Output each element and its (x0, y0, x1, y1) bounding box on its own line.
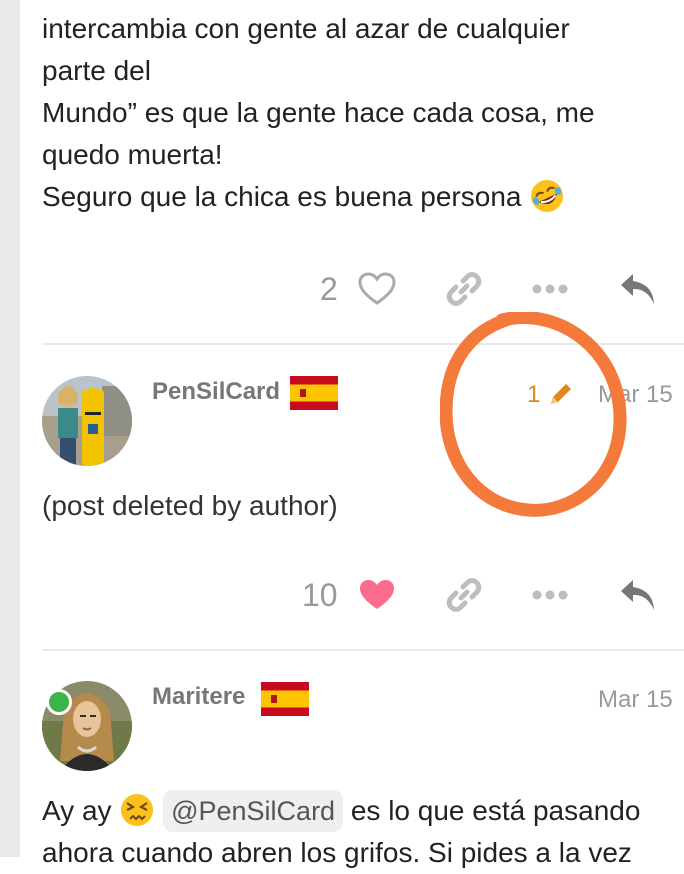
more-options-icon[interactable] (532, 589, 568, 601)
username[interactable]: PenSilCard (152, 378, 280, 406)
post-1-line: intercambia con gente al azar de cualqui… (42, 13, 570, 44)
username[interactable]: Maritere (152, 683, 245, 711)
reply-icon[interactable] (619, 272, 657, 306)
avatar-photo-pensilcard (42, 376, 132, 466)
persevering-face-emoji-icon (121, 794, 154, 826)
edit-count[interactable]: 1 (527, 381, 540, 409)
post-1-line: Mundo” es que la gente hace cada cosa, m… (42, 97, 595, 128)
post-3-text-before: Ay ay (42, 795, 112, 826)
post-1-line: Seguro que la chica es buena persona (42, 181, 522, 212)
left-gutter (0, 0, 20, 857)
reply-icon[interactable] (619, 578, 657, 612)
rolling-laughing-emoji-icon (531, 180, 564, 212)
deleted-post-notice: (post deleted by author) (42, 490, 338, 521)
heart-filled-icon[interactable] (358, 578, 396, 612)
post-1-last-line: Seguro que la chica es buena persona (42, 176, 642, 218)
like-count: 2 (320, 271, 338, 307)
more-options-icon[interactable] (532, 283, 568, 295)
link-icon[interactable] (446, 271, 482, 307)
post-3-text-after: es lo que está pasando (350, 795, 641, 826)
post-1-line: quedo muerta! (42, 139, 223, 170)
post-1-line: parte del (42, 55, 151, 86)
post-divider (42, 343, 684, 345)
post-3-body: Ay ay @PenSilCard es lo que está pasando… (42, 790, 682, 874)
post-3-line-2: ahora cuando abren los grifos. Si pides … (42, 837, 632, 868)
post-date[interactable]: Mar 15 (598, 381, 673, 409)
avatar[interactable] (42, 376, 132, 466)
user-mention-link[interactable]: @PenSilCard (163, 790, 344, 832)
spain-flag-icon (261, 682, 309, 716)
post-date[interactable]: Mar 15 (598, 686, 673, 714)
post-divider (42, 649, 684, 651)
online-status-indicator (46, 689, 72, 715)
heart-outline-icon[interactable] (358, 272, 396, 306)
post-1-body: intercambia con gente al azar de cualqui… (42, 8, 642, 218)
link-icon[interactable] (446, 577, 482, 613)
like-count: 10 (302, 577, 338, 613)
spain-flag-icon (290, 376, 338, 410)
pencil-icon[interactable] (547, 380, 575, 408)
